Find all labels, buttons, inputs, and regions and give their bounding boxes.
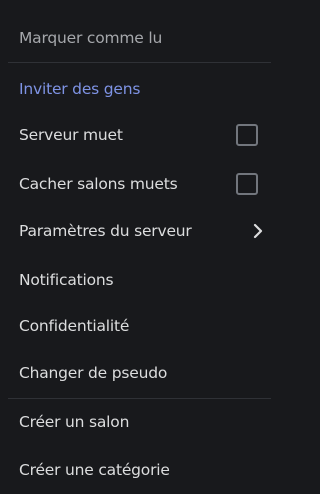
menu-divider bbox=[8, 62, 271, 63]
menu-divider bbox=[8, 398, 271, 399]
create-channel-item[interactable]: Créer un salon bbox=[0, 402, 273, 442]
create-category-label: Créer une catégorie bbox=[19, 461, 170, 479]
change-nickname-label: Changer de pseudo bbox=[19, 364, 168, 382]
mute-server-item[interactable]: Serveur muet bbox=[0, 115, 273, 155]
mute-server-checkbox[interactable] bbox=[236, 124, 258, 146]
mark-as-read-item[interactable]: Marquer comme lu bbox=[0, 18, 273, 58]
hide-muted-channels-checkbox[interactable] bbox=[236, 173, 258, 195]
hide-muted-channels-item[interactable]: Cacher salons muets bbox=[0, 164, 273, 204]
mute-server-label: Serveur muet bbox=[19, 126, 123, 144]
notifications-item[interactable]: Notifications bbox=[0, 260, 273, 300]
hide-muted-channels-label: Cacher salons muets bbox=[19, 175, 178, 193]
privacy-item[interactable]: Confidentialité bbox=[0, 306, 273, 346]
create-channel-label: Créer un salon bbox=[19, 413, 130, 431]
privacy-label: Confidentialité bbox=[19, 317, 130, 335]
server-context-menu: Marquer comme lu Inviter des gens Serveu… bbox=[0, 0, 273, 494]
mark-as-read-label: Marquer comme lu bbox=[19, 29, 163, 47]
invite-people-item[interactable]: Inviter des gens bbox=[0, 69, 273, 109]
invite-people-label: Inviter des gens bbox=[19, 80, 141, 98]
chevron-right-icon bbox=[253, 223, 263, 239]
create-category-item[interactable]: Créer une catégorie bbox=[0, 450, 273, 490]
notifications-label: Notifications bbox=[19, 271, 114, 289]
change-nickname-item[interactable]: Changer de pseudo bbox=[0, 353, 273, 393]
server-settings-label: Paramètres du serveur bbox=[19, 222, 192, 240]
server-settings-item[interactable]: Paramètres du serveur bbox=[0, 211, 273, 251]
